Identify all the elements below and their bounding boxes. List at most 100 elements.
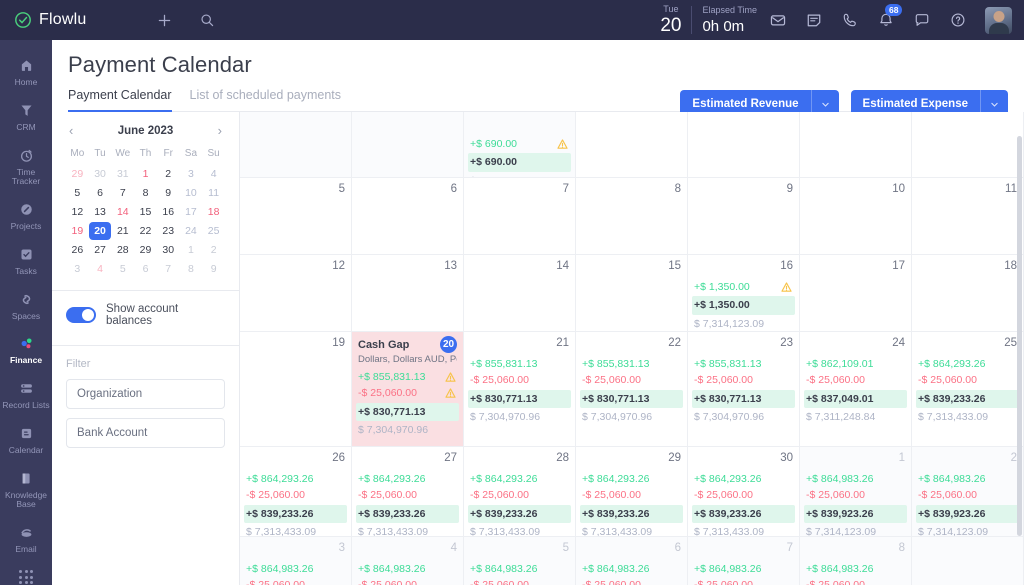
calendar-cell[interactable] xyxy=(240,112,352,178)
mini-calendar-day[interactable]: 12 xyxy=(66,203,89,221)
mini-calendar-day[interactable]: 21 xyxy=(111,222,134,240)
calendar-cell-cash-gap[interactable]: Cash Gap 20 Dollars, Dollars AUD, Pou +$ 85… xyxy=(352,332,464,447)
calendar-cell[interactable]: 24 +$ 862,109.01 -$ 25,060.00 +$ 837,049.01… xyxy=(800,332,912,447)
tab-list-of-scheduled-payments[interactable]: List of scheduled payments xyxy=(190,88,341,112)
mini-calendar-day[interactable]: 17 xyxy=(180,203,203,221)
calendar-cell[interactable]: 6 +$ 864,983.26 -$ 25,060.00 xyxy=(576,537,688,585)
calendar-cell[interactable]: 23 +$ 855,831.13 -$ 25,060.00 +$ 830,771.13… xyxy=(688,332,800,447)
calendar-cell[interactable]: 18 xyxy=(912,255,1024,332)
sidebar-item-time-tracker[interactable]: Time Tracker xyxy=(0,140,52,195)
mini-calendar-day[interactable]: 2 xyxy=(157,165,180,183)
calendar-cell[interactable]: 25 +$ 864,293.26 -$ 25,060.00 +$ 839,233.26… xyxy=(912,332,1024,447)
calendar-cell[interactable]: 2 +$ 864,983.26 -$ 25,060.00 +$ 839,923.26 $… xyxy=(912,447,1024,537)
mini-calendar-day[interactable]: 10 xyxy=(180,184,203,202)
mini-calendar-day[interactable]: 6 xyxy=(134,260,157,278)
calendar-cell[interactable] xyxy=(912,112,1024,178)
calendar-cell[interactable] xyxy=(800,112,912,178)
mini-calendar-day[interactable]: 31 xyxy=(111,165,134,183)
sidebar-item-crm[interactable]: CRM xyxy=(0,95,52,140)
calendar-cell[interactable]: 21 +$ 855,831.13 -$ 25,060.00 +$ 830,771.13… xyxy=(464,332,576,447)
mini-calendar-day[interactable]: 30 xyxy=(89,165,112,183)
mini-calendar-day[interactable]: 15 xyxy=(134,203,157,221)
calendar-cell[interactable] xyxy=(688,112,800,178)
note-icon[interactable] xyxy=(805,11,823,29)
plus-icon[interactable] xyxy=(156,12,173,29)
mini-calendar-day[interactable]: 28 xyxy=(111,241,134,259)
warning-icon[interactable] xyxy=(444,387,457,400)
calendar-cell[interactable]: 5 +$ 864,983.26 -$ 25,060.00 xyxy=(464,537,576,585)
calendar-cell[interactable]: 9 xyxy=(688,178,800,255)
mini-calendar-day[interactable]: 9 xyxy=(202,260,225,278)
calendar-cell[interactable]: 30 +$ 864,293.26 -$ 25,060.00 +$ 839,233.26… xyxy=(688,447,800,537)
chevron-left-icon[interactable]: ‹ xyxy=(66,124,76,137)
calendar-cell[interactable]: 4 +$ 864,983.26 -$ 25,060.00 xyxy=(352,537,464,585)
calendar-cell[interactable]: 22 +$ 855,831.13 -$ 25,060.00 +$ 830,771.13… xyxy=(576,332,688,447)
show-account-balances-row[interactable]: Show account balances xyxy=(52,291,239,339)
calendar-cell[interactable]: 6 xyxy=(352,178,464,255)
mini-calendar-day[interactable]: 19 xyxy=(66,222,89,240)
mini-calendar-day[interactable]: 5 xyxy=(66,184,89,202)
sidebar-item-home[interactable]: Home xyxy=(0,50,52,95)
mini-calendar-day[interactable]: 20 xyxy=(88,222,112,240)
sidebar-item-email[interactable]: Email xyxy=(0,517,52,562)
calendar-cell[interactable]: 7 +$ 864,983.26 -$ 25,060.00 xyxy=(688,537,800,585)
tab-payment-calendar[interactable]: Payment Calendar xyxy=(68,88,172,112)
mini-calendar-day[interactable]: 16 xyxy=(157,203,180,221)
warning-icon[interactable] xyxy=(556,138,569,151)
calendar-cell[interactable]: 8 +$ 864,983.26 -$ 25,060.00 xyxy=(800,537,912,585)
calendar-cell[interactable]: 12 xyxy=(240,255,352,332)
chevron-right-icon[interactable]: › xyxy=(215,124,225,137)
show-account-balances-toggle[interactable] xyxy=(66,307,96,323)
mini-calendar-day[interactable]: 29 xyxy=(134,241,157,259)
warning-icon[interactable] xyxy=(780,281,793,294)
phone-icon[interactable] xyxy=(841,11,859,29)
mini-calendar-day[interactable]: 4 xyxy=(202,165,225,183)
calendar-cell[interactable]: 3 +$ 864,983.26 -$ 25,060.00 xyxy=(240,537,352,585)
calendar-cell[interactable]: 29 +$ 864,293.26 -$ 25,060.00 +$ 839,233.26… xyxy=(576,447,688,537)
warning-icon[interactable] xyxy=(444,371,457,384)
sidebar-item-record-lists[interactable]: Record Lists xyxy=(0,373,52,418)
calendar-scrollbar[interactable] xyxy=(1017,118,1022,581)
mini-calendar-day[interactable]: 11 xyxy=(202,184,225,202)
calendar-cell[interactable]: 5 xyxy=(240,178,352,255)
mini-calendar-day[interactable]: 30 xyxy=(157,241,180,259)
sidebar-item-spaces[interactable]: Spaces xyxy=(0,284,52,329)
mini-calendar-day[interactable]: 8 xyxy=(180,260,203,278)
mini-calendar-day[interactable]: 25 xyxy=(202,222,225,240)
avatar[interactable] xyxy=(985,6,1012,34)
mini-calendar-day[interactable]: 6 xyxy=(89,184,112,202)
mini-calendar-day[interactable]: 2 xyxy=(202,241,225,259)
mini-calendar-day[interactable]: 8 xyxy=(134,184,157,202)
mini-calendar-day[interactable]: 29 xyxy=(66,165,89,183)
mini-calendar-day[interactable]: 26 xyxy=(66,241,89,259)
calendar-cell[interactable] xyxy=(576,112,688,178)
sidebar-item-knowledge-base[interactable]: Knowledge Base xyxy=(0,463,52,518)
organization-select[interactable]: Organization xyxy=(66,379,225,409)
calendar-cell[interactable] xyxy=(912,537,1024,585)
calendar-cell[interactable]: +$ 690.00+$ 690.00$ 7,314,123.09 xyxy=(464,112,576,178)
calendar-cell[interactable]: 8 xyxy=(576,178,688,255)
mini-calendar-day[interactable]: 4 xyxy=(89,260,112,278)
mini-calendar-day[interactable]: 3 xyxy=(66,260,89,278)
calendar-cell[interactable]: 1 +$ 864,983.26 -$ 25,060.00 +$ 839,923.26 $… xyxy=(800,447,912,537)
calendar-cell[interactable]: 15 xyxy=(576,255,688,332)
mini-calendar-day[interactable]: 7 xyxy=(111,184,134,202)
mini-calendar-day[interactable]: 9 xyxy=(157,184,180,202)
mini-calendar-day[interactable]: 24 xyxy=(180,222,203,240)
mini-calendar-day[interactable]: 7 xyxy=(157,260,180,278)
calendar-cell[interactable]: 28 +$ 864,293.26 -$ 25,060.00 +$ 839,233.26… xyxy=(464,447,576,537)
mini-calendar-day[interactable]: 18 xyxy=(202,203,225,221)
mail-icon[interactable] xyxy=(769,11,787,29)
calendar-cell[interactable]: 16 +$ 1,350.00 +$ 1,350.00 $ 7,314,123.09 xyxy=(688,255,800,332)
calendar-cell[interactable]: 26 +$ 864,293.26 -$ 25,060.00 +$ 839,233.26… xyxy=(240,447,352,537)
calendar-cell[interactable]: 17 xyxy=(800,255,912,332)
bank-account-select[interactable]: Bank Account xyxy=(66,418,225,448)
mini-calendar-day[interactable]: 13 xyxy=(89,203,112,221)
calendar-cell[interactable]: 14 xyxy=(464,255,576,332)
calendar-cell[interactable]: 27 +$ 864,293.26 -$ 25,060.00 +$ 839,233.26… xyxy=(352,447,464,537)
sidebar-item-finance[interactable]: Finance xyxy=(0,328,52,373)
sidebar-item-projects[interactable]: Projects xyxy=(0,194,52,239)
mini-calendar-day[interactable]: 27 xyxy=(89,241,112,259)
mini-calendar-day[interactable]: 5 xyxy=(111,260,134,278)
mini-calendar-day[interactable]: 22 xyxy=(134,222,157,240)
